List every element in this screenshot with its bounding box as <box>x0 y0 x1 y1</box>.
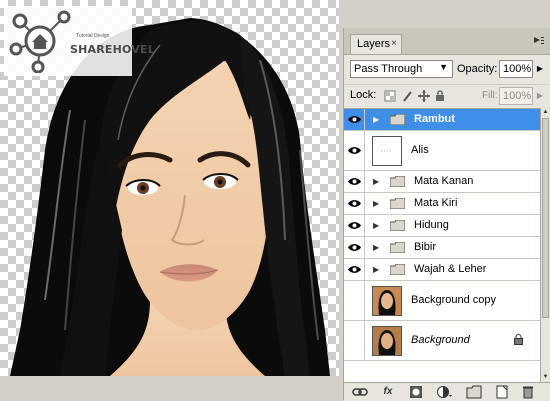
fill-value: 100% <box>503 90 532 102</box>
lock-icon <box>514 334 523 345</box>
layer-name: Mata Kanan <box>414 175 474 187</box>
folder-icon <box>390 264 405 275</box>
opacity-input[interactable]: 100% <box>499 60 533 78</box>
fill-input[interactable]: 100% <box>499 87 533 105</box>
watermark-subtitle: Tutorial Design <box>76 33 110 39</box>
tab-layers-label: Layers <box>357 38 391 50</box>
opacity-value: 100% <box>503 63 532 75</box>
layers-list: ▶ Rambut Alis ▶ Mata Kanan ▶ Mata Kiri ▶… <box>344 108 540 383</box>
layer-name: Alis <box>411 144 429 156</box>
lock-label: Lock: <box>350 89 377 101</box>
layer-row-background[interactable]: Background <box>344 321 540 361</box>
visibility-toggle[interactable] <box>344 237 365 258</box>
panel-tabbar: Layers × <box>344 28 550 55</box>
layer-name: Bibir <box>414 241 437 253</box>
panel-menu-icon[interactable] <box>534 37 544 46</box>
adjustment-icon[interactable] <box>436 385 452 399</box>
folder-icon <box>390 242 405 253</box>
opacity-slider-arrow-icon[interactable]: ▶ <box>534 61 546 77</box>
watermark-logo: Tutorial Design SHAREHOVEL <box>4 6 155 76</box>
visibility-toggle[interactable] <box>344 193 365 214</box>
layer-name: Wajah & Leher <box>414 263 487 275</box>
folder-icon <box>390 198 405 209</box>
expand-arrow-icon[interactable]: ▶ <box>373 115 379 124</box>
layer-row-mata-kiri[interactable]: ▶ Mata Kiri <box>344 193 540 215</box>
mask-icon[interactable] <box>408 385 424 399</box>
opacity-label: Opacity: <box>457 63 498 75</box>
lock-fill-row: Lock: Fill: 100% ▶ <box>344 84 550 109</box>
visibility-toggle[interactable] <box>344 171 365 192</box>
layer-name: Background copy <box>411 294 496 306</box>
visibility-toggle[interactable] <box>344 281 365 320</box>
fill-slider-arrow-icon[interactable]: ▶ <box>534 88 546 104</box>
layers-scrollbar[interactable]: ▲ ▼ <box>540 108 550 382</box>
lock-position-move-icon[interactable] <box>418 90 430 102</box>
layer-name: Background <box>411 334 470 346</box>
document-canvas-area[interactable]: Tutorial Design SHAREHOVEL <box>0 0 343 400</box>
new-group-icon[interactable] <box>466 385 482 399</box>
transparency-checker-thumb <box>381 150 393 152</box>
scrollbar-thumb[interactable] <box>542 118 549 318</box>
eye-icon[interactable] <box>348 243 361 252</box>
visibility-toggle[interactable] <box>344 109 365 130</box>
visibility-toggle[interactable] <box>344 131 365 170</box>
link-icon[interactable] <box>352 385 368 399</box>
layer-name: Mata Kiri <box>414 197 458 209</box>
folder-icon <box>390 220 405 231</box>
layer-row-mata-kanan[interactable]: ▶ Mata Kanan <box>344 171 540 193</box>
portrait-thumb <box>373 287 401 315</box>
expand-arrow-icon[interactable]: ▶ <box>373 221 379 230</box>
network-house-icon <box>9 10 71 73</box>
expand-arrow-icon[interactable]: ▶ <box>373 243 379 252</box>
expand-arrow-icon[interactable]: ▶ <box>373 265 379 274</box>
eye-icon[interactable] <box>348 115 361 124</box>
scroll-down-icon[interactable]: ▼ <box>541 373 550 382</box>
canvas-status-area <box>0 376 343 400</box>
layer-thumbnail <box>372 136 402 166</box>
layer-row-hidung[interactable]: ▶ Hidung <box>344 215 540 237</box>
lock-all-icon[interactable] <box>434 90 446 102</box>
eye-icon[interactable] <box>348 177 361 186</box>
blend-opacity-row: Pass Through ▼ Opacity: 100% ▶ <box>344 58 550 82</box>
layer-row-background-copy[interactable]: Background copy <box>344 281 540 321</box>
layer-row-rambut[interactable]: ▶ Rambut <box>344 109 540 131</box>
visibility-toggle[interactable] <box>344 321 365 360</box>
lock-transparency-icon[interactable] <box>384 90 396 102</box>
folder-icon <box>390 114 405 125</box>
eye-icon[interactable] <box>348 265 361 274</box>
blend-mode-select[interactable]: Pass Through ▼ <box>350 60 453 78</box>
watermark-brand: SHAREHOVEL <box>70 43 155 56</box>
document-canvas[interactable]: Tutorial Design SHAREHOVEL <box>0 0 339 376</box>
portrait-thumb <box>373 327 401 355</box>
layer-thumbnail <box>372 286 402 316</box>
lock-pixels-brush-icon[interactable] <box>402 90 414 102</box>
scroll-up-icon[interactable]: ▲ <box>541 108 550 117</box>
new-layer-icon[interactable] <box>494 385 510 399</box>
layers-panel: Layers × Pass Through ▼ Opacity: 100% ▶ … <box>343 28 550 401</box>
visibility-toggle[interactable] <box>344 259 365 280</box>
chevron-down-icon: ▼ <box>439 62 448 72</box>
blend-mode-value: Pass Through <box>354 63 423 75</box>
tab-layers[interactable]: Layers × <box>350 34 402 54</box>
layers-panel-footer: fx <box>344 382 550 401</box>
layer-name: Hidung <box>414 219 449 231</box>
trash-icon[interactable] <box>520 385 536 399</box>
expand-arrow-icon[interactable]: ▶ <box>373 199 379 208</box>
visibility-toggle[interactable] <box>344 215 365 236</box>
folder-icon <box>390 176 405 187</box>
fill-label: Fill: <box>482 90 498 101</box>
layer-row-alis[interactable]: Alis <box>344 131 540 171</box>
close-icon[interactable]: × <box>391 38 397 49</box>
eye-icon[interactable] <box>348 221 361 230</box>
layer-thumbnail <box>372 326 402 356</box>
fx-icon[interactable]: fx <box>380 385 396 399</box>
layer-name: Rambut <box>414 113 455 125</box>
expand-arrow-icon[interactable]: ▶ <box>373 177 379 186</box>
eye-icon[interactable] <box>348 146 361 155</box>
layer-row-bibir[interactable]: ▶ Bibir <box>344 237 540 259</box>
eye-icon[interactable] <box>348 199 361 208</box>
layer-row-wajah-leher[interactable]: ▶ Wajah & Leher <box>344 259 540 281</box>
